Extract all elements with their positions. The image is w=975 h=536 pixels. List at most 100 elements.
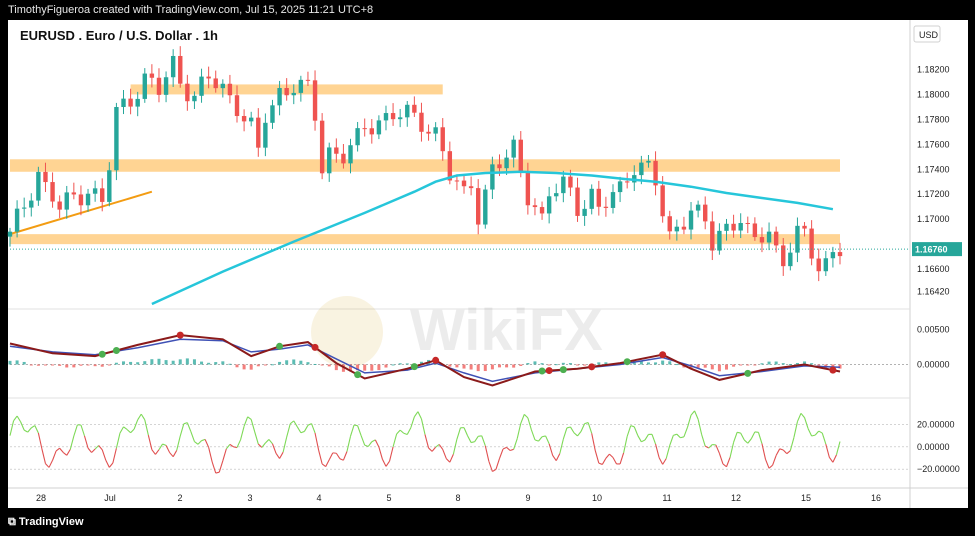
macd-histogram-bar [122, 361, 126, 365]
candle-body [639, 162, 644, 176]
macd-histogram-bar [760, 363, 764, 365]
candle-body [575, 187, 580, 216]
candle-body [199, 76, 204, 96]
price-tick-label: 1.16600 [917, 264, 950, 274]
macd-histogram-bar [469, 364, 473, 370]
macd-histogram-bar [753, 364, 757, 366]
macd-histogram-bar [455, 364, 459, 368]
candle-body [823, 258, 829, 272]
macd-histogram-bar [79, 364, 83, 366]
price-tick-label: 1.18000 [917, 89, 950, 99]
watermark-text: WikiFX [410, 298, 603, 363]
macd-histogram-bar [207, 362, 211, 365]
candle-body [149, 73, 155, 78]
candle-body [390, 113, 396, 120]
candle-body [759, 237, 765, 243]
chart-canvas[interactable]: WikiFX 1.16760 1.18200 1.18000 1.17800 1.17… [0, 20, 975, 510]
macd-tick-label: 0.00000 [917, 360, 950, 370]
time-tick-label: 28 [36, 493, 46, 503]
candle-body [433, 127, 438, 134]
macd-histogram-bar [43, 364, 47, 366]
macd-histogram-bar [710, 364, 714, 370]
macd-histogram-bar [654, 362, 658, 365]
candle-body [781, 245, 786, 267]
candle-body [270, 105, 275, 123]
macd-histogram-bar [675, 364, 679, 366]
macd-histogram-bar [214, 362, 218, 365]
tradingview-logo[interactable]: ⧉ TradingView [8, 516, 84, 529]
macd-histogram-bar [58, 364, 62, 366]
candle-body [568, 176, 573, 188]
macd-histogram-bar [235, 364, 239, 368]
candle-body [185, 83, 190, 102]
candle-body [348, 145, 353, 164]
macd-histogram-bar [306, 362, 310, 365]
macd-histogram-bar [171, 360, 175, 365]
candle-body [376, 120, 382, 135]
macd-histogram-bar [270, 364, 274, 366]
time-tick-label: Jul [104, 493, 116, 503]
candle-body [419, 112, 424, 132]
candle-body [497, 164, 502, 169]
macd-histogram-bar [767, 361, 771, 365]
last-price-label: 1.16760 [915, 245, 948, 255]
oscillator-segment [541, 435, 546, 438]
candle-body [206, 76, 211, 79]
macd-histogram-bar [200, 361, 204, 365]
macd-histogram-bar [285, 360, 289, 365]
candle-body [142, 73, 147, 99]
macd-histogram-bar [576, 364, 580, 366]
time-tick-label: 3 [247, 493, 252, 503]
macd-histogram-bar [107, 364, 111, 366]
candle-body [710, 221, 715, 251]
macd-histogram-bar [703, 364, 707, 368]
attribution-text: TimothyFigueroa created with TradingView… [8, 4, 374, 16]
candle-body [412, 104, 417, 113]
candle-body [100, 188, 105, 202]
candle-body [305, 79, 311, 81]
candle-body [596, 188, 602, 207]
sr-zone-2 [10, 234, 840, 245]
macd-histogram-bar [526, 363, 530, 365]
macd-histogram-bar [795, 362, 799, 365]
candle-body [816, 258, 821, 272]
candle-body [107, 170, 112, 202]
candle-body [383, 113, 389, 121]
candle-body [319, 120, 325, 174]
macd-cross-down-marker [432, 356, 440, 364]
candle-body [405, 104, 410, 118]
macd-histogram-bar [263, 364, 267, 366]
price-tick-label: 1.17800 [917, 114, 950, 124]
candle-body [327, 147, 332, 174]
macd-cross-up-marker [744, 369, 752, 377]
candle-body [213, 78, 218, 89]
candle-body [476, 188, 481, 225]
macd-histogram-bar [157, 358, 161, 365]
oscillator-segment [353, 424, 358, 427]
candle-body [397, 117, 403, 120]
candle-body [717, 230, 722, 251]
macd-histogram-bar [583, 364, 587, 366]
candle-body [688, 210, 694, 230]
macd-histogram-bar [490, 364, 494, 370]
macd-histogram-bar [661, 360, 665, 365]
candle-body [263, 122, 268, 148]
candle-body [220, 83, 226, 89]
time-tick-label: 2 [177, 493, 182, 503]
candle-body [802, 225, 807, 229]
oscillator-tick-label: 0.00000 [917, 442, 950, 452]
candle-body [291, 92, 296, 96]
price-tick-label: 1.17400 [917, 164, 950, 174]
macd-histogram-bar [774, 361, 778, 365]
macd-histogram-bar [114, 362, 118, 365]
candle-body [788, 252, 793, 267]
time-tick-label: 16 [871, 493, 881, 503]
macd-histogram-bar [192, 359, 196, 365]
macd-cross-down-marker [659, 351, 667, 359]
time-tick-label: 9 [525, 493, 530, 503]
macd-histogram-bar [448, 364, 452, 367]
candle-body [461, 180, 467, 187]
candle-body [163, 77, 169, 95]
candle-body [114, 107, 119, 171]
currency-label: USD [919, 30, 939, 40]
